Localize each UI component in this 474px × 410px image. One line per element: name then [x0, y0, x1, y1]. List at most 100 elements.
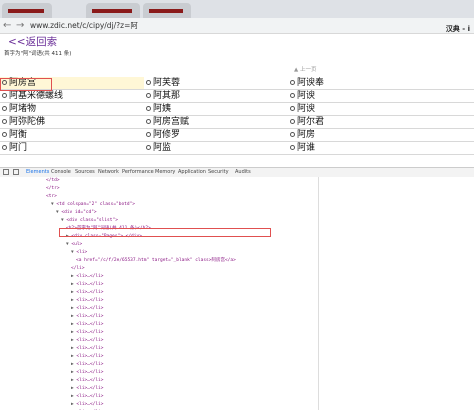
dom-node-line[interactable]: ▶ <li>…</li>	[71, 385, 104, 393]
dom-node-line[interactable]: ▶ <li>…</li>	[71, 329, 104, 337]
dom-node-line[interactable]: ▶ <li>…</li>	[71, 305, 104, 313]
word-link[interactable]: 阿门	[9, 142, 27, 154]
radio-bullet-icon	[146, 106, 151, 111]
radio-bullet-icon	[290, 106, 295, 111]
word-link[interactable]: 阿其那	[153, 90, 180, 102]
word-link[interactable]: 阿谀奉	[297, 77, 324, 89]
dom-node-line[interactable]: ▶ <li>…</li>	[71, 401, 104, 409]
devtools-tab-memory[interactable]: Memory	[155, 168, 175, 177]
dom-node-line[interactable]: ▼ <div class="slist">	[61, 217, 118, 225]
dom-node-markup: <li>…</li>	[76, 322, 104, 327]
word-cell: 阿房宫赋	[144, 116, 288, 128]
word-cell: 阿姨	[144, 103, 288, 115]
word-link[interactable]: 阿弥陀佛	[9, 116, 45, 128]
dom-node-line[interactable]: </td>	[46, 177, 60, 185]
devtools-tab-network[interactable]: Network	[98, 168, 119, 177]
word-count-heading: 首字为"阿"词语(共 411 条)	[4, 51, 72, 57]
word-cell: 阿监	[144, 142, 288, 154]
dom-node-markup: </tr>	[46, 186, 60, 191]
dom-node-line[interactable]: ▶ <li>…</li>	[71, 345, 104, 353]
radio-bullet-icon	[146, 145, 151, 150]
word-link[interactable]: 阿房宫赋	[153, 116, 189, 128]
word-link[interactable]: 阿尔君	[297, 116, 324, 128]
dom-node-line[interactable]: ▼ <div id="cd">	[56, 209, 97, 217]
word-row: 阿衡 阿修罗 阿房	[0, 129, 474, 142]
dom-node-markup: <li>…</li>	[76, 354, 104, 359]
word-cell: 阿谀奉	[288, 77, 474, 89]
radio-bullet-icon	[290, 145, 295, 150]
site-header-link[interactable]: 汉典 - i	[446, 24, 470, 34]
browser-tab[interactable]	[2, 3, 52, 18]
dom-node-line[interactable]: <a href="/c/f/2e/65537.htm" target="_bla…	[76, 257, 236, 265]
dom-node-line[interactable]: ▶ <li>…</li>	[71, 393, 104, 401]
dom-node-line[interactable]: ▶ <li>…</li>	[71, 353, 104, 361]
back-arrow-icon[interactable]: ←	[3, 19, 11, 32]
dom-node-line[interactable]: ▶ <li>…</li>	[71, 361, 104, 369]
dom-node-markup: <td colspan="2" class="botd">	[56, 202, 135, 207]
dom-node-markup: <li>…</li>	[76, 338, 104, 343]
word-link[interactable]: 阿谁	[297, 142, 315, 154]
dom-node-markup: <li>…</li>	[76, 298, 104, 303]
word-link[interactable]: 阿芙蓉	[153, 77, 180, 89]
word-link[interactable]: 阿姨	[153, 103, 171, 115]
dom-node-line[interactable]: ▶ <li>…</li>	[71, 281, 104, 289]
dom-node-line[interactable]: </li>	[71, 265, 85, 273]
devtools-tab-application[interactable]: Application	[178, 168, 206, 177]
dom-node-line[interactable]: ▶ <li>…</li>	[71, 377, 104, 385]
radio-bullet-icon	[146, 80, 151, 85]
dom-node-line[interactable]: ▶ <li>…</li>	[71, 289, 104, 297]
word-link[interactable]: 阿衡	[9, 129, 27, 141]
browser-toolbar: ← → www.zdic.net/c/cipy/dj/?z=阿	[0, 18, 474, 34]
word-link[interactable]: 阿谀	[297, 90, 315, 102]
dom-node-line[interactable]: ▶ <li>…</li>	[71, 337, 104, 345]
word-cell: 阿基米德螺线	[0, 90, 144, 102]
word-link[interactable]: 阿基米德螺线	[9, 90, 63, 102]
word-link[interactable]: 阿修罗	[153, 129, 180, 141]
dom-node-line[interactable]: <tr>	[46, 193, 57, 201]
dom-node-markup: <ul>	[71, 242, 83, 247]
forward-arrow-icon[interactable]: →	[16, 19, 24, 32]
dom-node-line[interactable]: ▼ <li>	[71, 249, 87, 257]
word-link[interactable]: 阿房	[297, 129, 315, 141]
styles-pane	[318, 177, 474, 410]
back-to-index-link[interactable]: <<返回索	[8, 36, 57, 49]
selection-highlight-box	[0, 78, 52, 91]
word-cell: 阿谁	[288, 142, 474, 154]
dom-node-line[interactable]: </tr>	[46, 185, 60, 193]
word-link[interactable]: 阿堵物	[9, 103, 36, 115]
dom-node-line[interactable]: ▼ <ul>	[66, 241, 82, 249]
dom-node-markup: <li>…</li>	[76, 378, 104, 383]
word-link[interactable]: 阿监	[153, 142, 171, 154]
dom-node-markup: <li>…</li>	[76, 306, 104, 311]
dom-node-line[interactable]: ▶ <li>…</li>	[71, 297, 104, 305]
address-bar[interactable]: www.zdic.net/c/cipy/dj/?z=阿	[30, 19, 138, 32]
word-cell: 阿衡	[0, 129, 144, 141]
radio-bullet-icon	[2, 106, 7, 111]
devtools-tab-sources[interactable]: Sources	[75, 168, 95, 177]
devtools-tab-security[interactable]: Security	[208, 168, 229, 177]
word-link[interactable]: 阿谀	[297, 103, 315, 115]
word-cell: 阿其那	[144, 90, 288, 102]
word-row: 阿弥陀佛 阿房宫赋 阿尔君	[0, 116, 474, 129]
dom-node-markup: </li>	[71, 266, 85, 271]
browser-tab[interactable]	[143, 3, 191, 18]
devtools-tab-audits[interactable]: Audits	[235, 168, 251, 177]
devtools-tab-console[interactable]: Console	[51, 168, 71, 177]
inspect-icon[interactable]	[3, 169, 9, 175]
device-toolbar-icon[interactable]	[13, 169, 19, 175]
word-cell: 阿芙蓉	[144, 77, 288, 89]
dom-node-line[interactable]: ▶ <li>…</li>	[71, 321, 104, 329]
dom-node-markup: <li>…</li>	[76, 346, 104, 351]
browser-tab-strip	[0, 0, 474, 18]
dom-node-line[interactable]: ▼ <td colspan="2" class="botd">	[51, 201, 135, 209]
dom-node-markup: <tr>	[46, 194, 57, 199]
dom-node-line[interactable]: ▶ <li>…</li>	[71, 369, 104, 377]
word-cell: 阿尔君	[288, 116, 474, 128]
dom-node-markup: <li>…</li>	[76, 282, 104, 287]
devtools-tab-performance[interactable]: Performance	[122, 168, 154, 177]
browser-tab[interactable]	[86, 3, 140, 18]
dom-node-line[interactable]: ▶ <li>…</li>	[71, 273, 104, 281]
word-cell: 阿谀	[288, 90, 474, 102]
prev-page-link[interactable]: ▲ 上一页	[294, 67, 316, 74]
dom-node-line[interactable]: ▶ <li>…</li>	[71, 313, 104, 321]
